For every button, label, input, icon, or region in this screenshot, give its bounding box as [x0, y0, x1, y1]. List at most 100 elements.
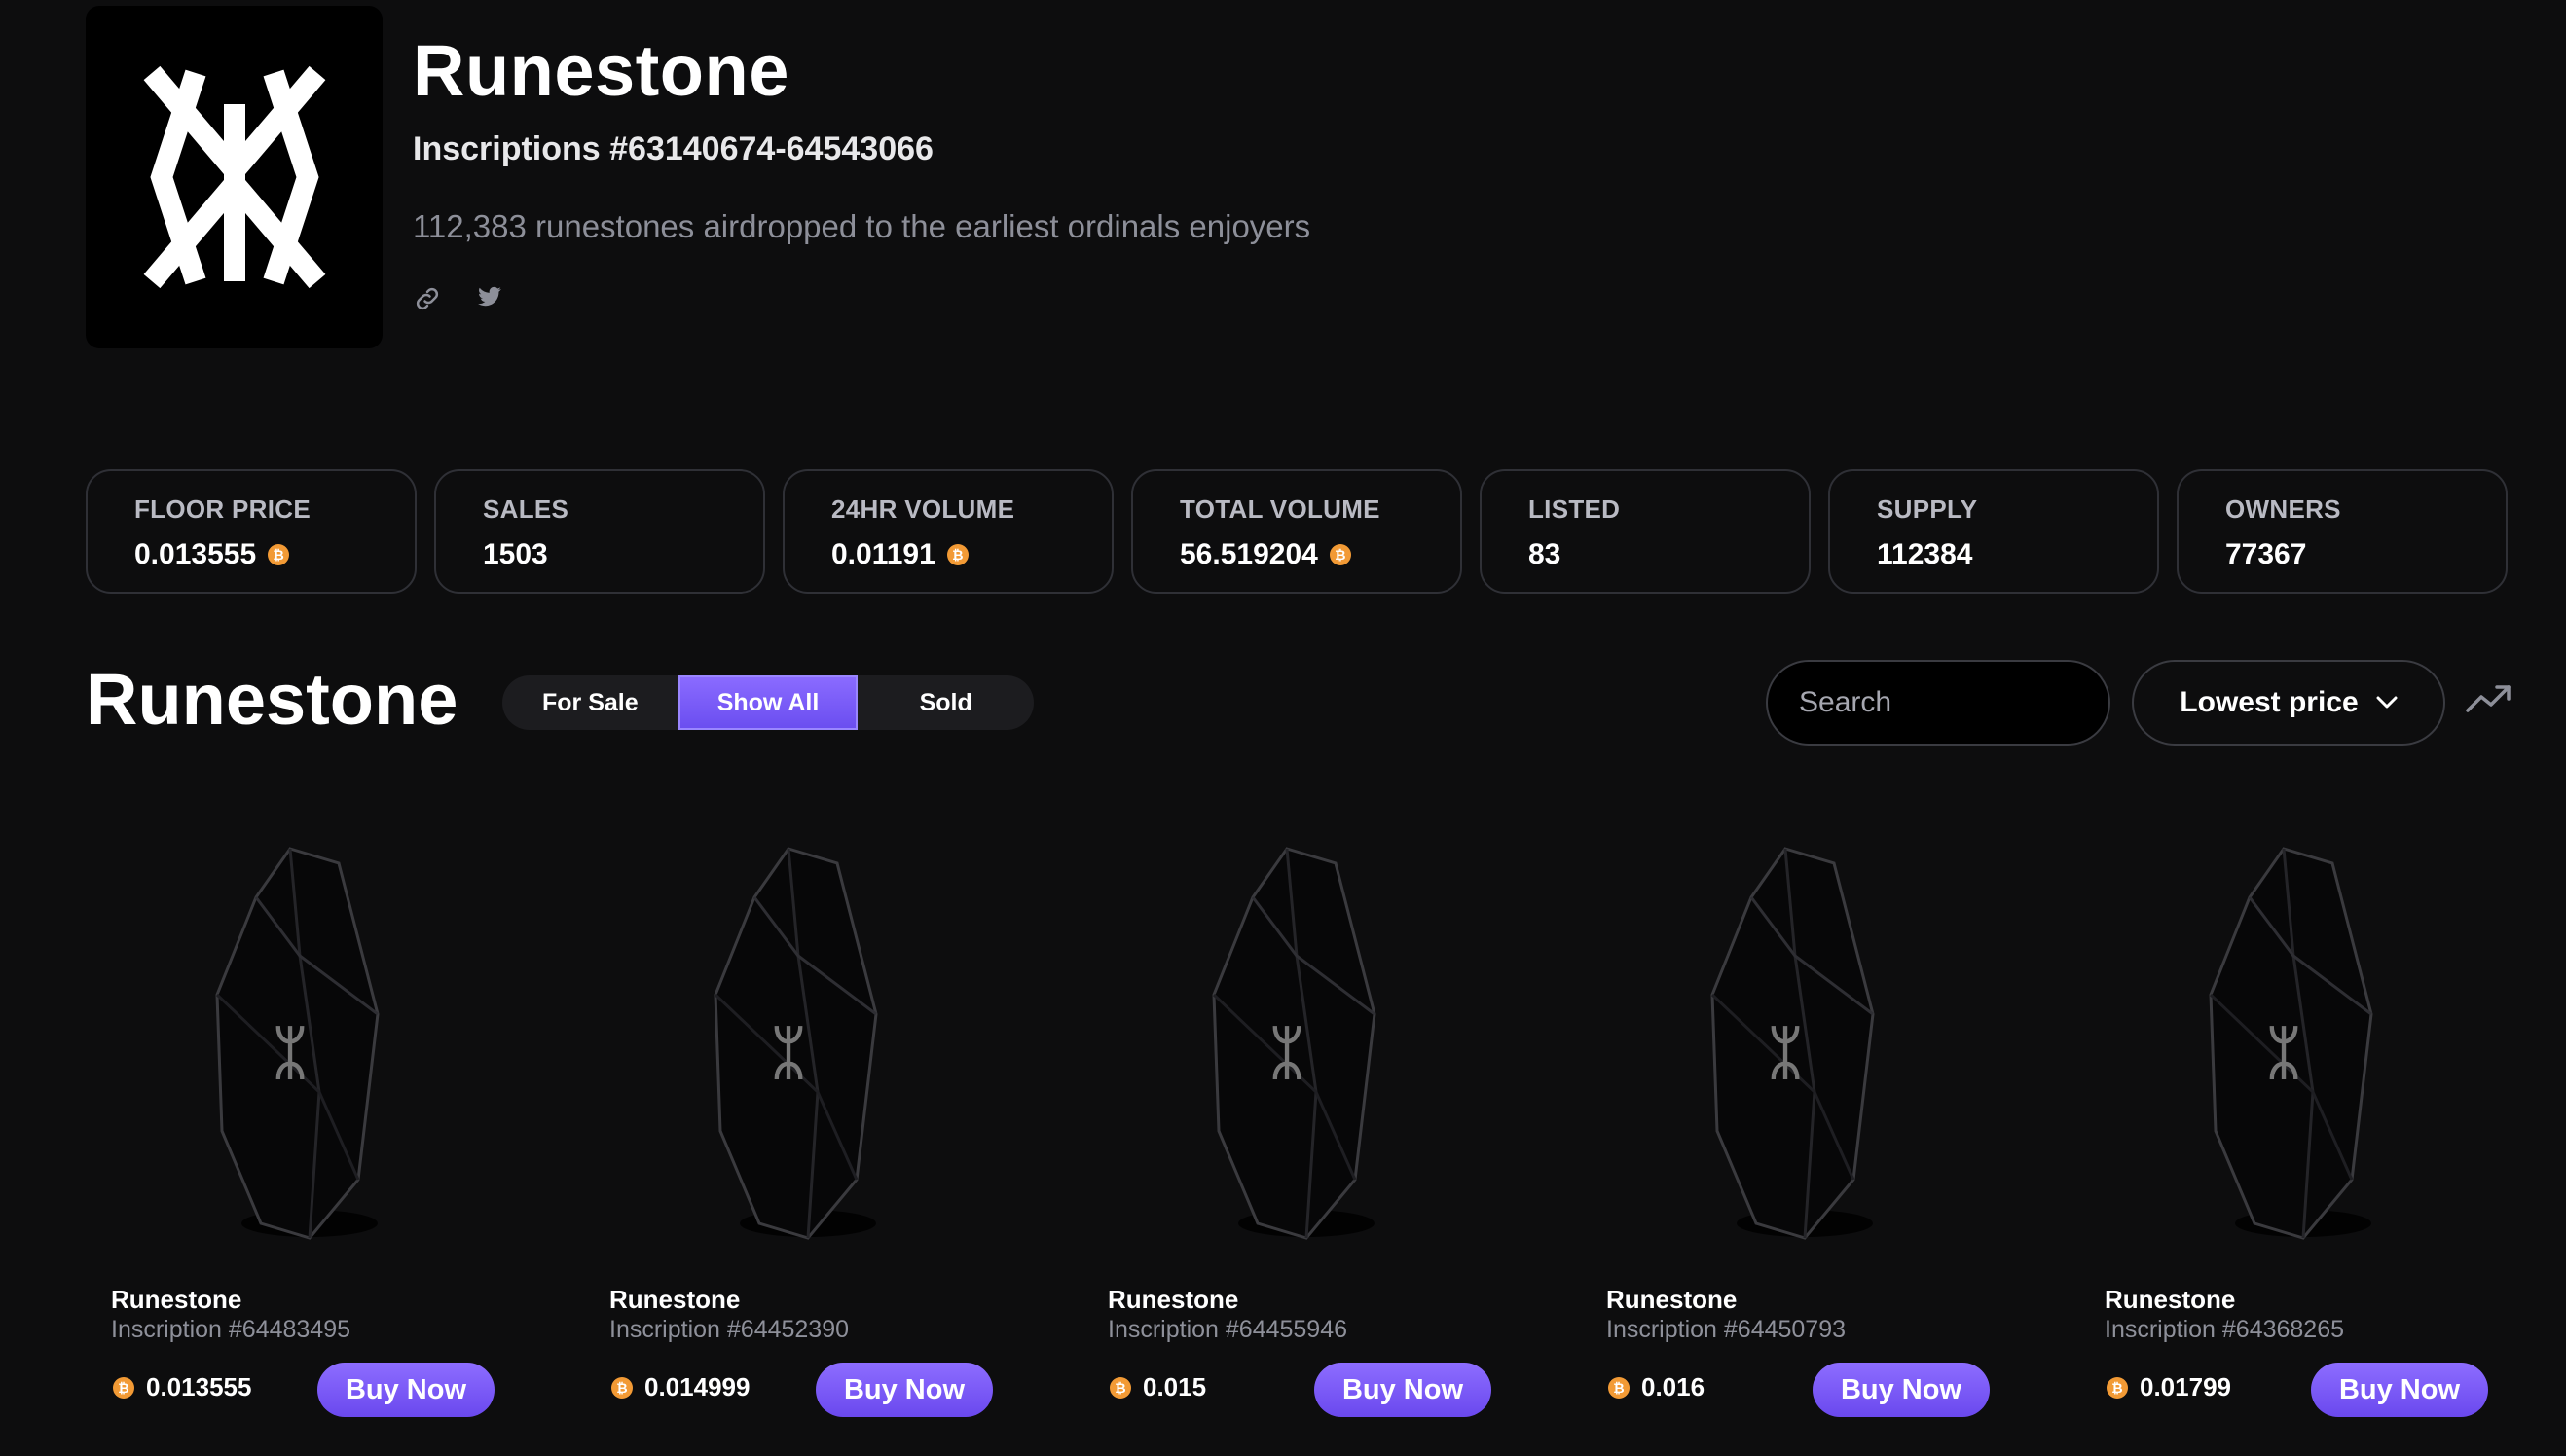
stat-listed: LISTED 83: [1480, 469, 1811, 594]
item-name: Runestone: [1606, 1285, 1738, 1314]
stat-value: 83: [1528, 538, 1561, 570]
item-price: ₿ 0.01799: [2107, 1372, 2231, 1402]
stat-label: 24HR VOLUME: [831, 494, 1015, 524]
stat-value-row: 0.01191 ₿: [831, 538, 1112, 571]
buy-now-button[interactable]: Buy Now: [816, 1363, 993, 1417]
social-links: [413, 284, 502, 313]
stat-value-row: 0.013555 ₿: [134, 538, 415, 571]
search-input[interactable]: [1766, 660, 2110, 746]
stat-value-row: 83: [1528, 538, 1809, 571]
stat-value: 1503: [483, 538, 548, 570]
bitcoin-icon: ₿: [946, 544, 969, 565]
stat-total-volume: TOTAL VOLUME 56.519204 ₿: [1131, 469, 1462, 594]
stat-sales: SALES 1503: [434, 469, 765, 594]
runestone-crystal-icon: ᛯ: [215, 847, 380, 1240]
stat-value-row: 1503: [483, 538, 763, 571]
stat-24hr-volume: 24HR VOLUME 0.01191 ₿: [783, 469, 1114, 594]
filter-for-sale-button[interactable]: For Sale: [502, 675, 678, 730]
svg-text:ᛯ: ᛯ: [273, 1020, 308, 1085]
svg-text:ᛯ: ᛯ: [2266, 1020, 2301, 1085]
buy-now-button[interactable]: Buy Now: [317, 1363, 495, 1417]
buy-now-button[interactable]: Buy Now: [2311, 1363, 2488, 1417]
collection-title: Runestone: [413, 30, 789, 111]
item-inscription: Inscription #64483495: [111, 1316, 351, 1343]
item-price: ₿ 0.013555: [113, 1372, 251, 1402]
stat-label: LISTED: [1528, 494, 1621, 524]
buy-now-button[interactable]: Buy Now: [1813, 1363, 1990, 1417]
runestone-crystal-icon: ᛯ: [1212, 847, 1376, 1240]
item-name: Runestone: [111, 1285, 242, 1314]
bitcoin-icon: ₿: [113, 1376, 134, 1399]
item-card[interactable]: ᛯ Runestone Inscription #64452390 ₿ 0.01…: [584, 819, 1082, 1456]
svg-text:ᛯ: ᛯ: [1768, 1020, 1803, 1085]
svg-text:ᛯ: ᛯ: [771, 1020, 806, 1085]
runestone-image[interactable]: ᛯ: [1581, 819, 2009, 1267]
stat-value: 112384: [1877, 538, 1973, 570]
item-name: Runestone: [609, 1285, 741, 1314]
twitter-icon[interactable]: [477, 284, 502, 309]
bitcoin-icon: ₿: [1329, 544, 1351, 565]
item-price-value: 0.01799: [2140, 1372, 2231, 1401]
item-price-value: 0.013555: [146, 1372, 252, 1401]
stat-floor-price: FLOOR PRICE 0.013555 ₿: [86, 469, 417, 594]
item-card[interactable]: ᛯ Runestone Inscription #64368265 ₿ 0.01…: [2079, 819, 2566, 1456]
stat-value: 0.013555: [134, 538, 257, 570]
runestone-crystal-icon: ᛯ: [2209, 847, 2373, 1240]
item-grid: ᛯ Runestone Inscription #64483495 ₿ 0.01…: [86, 819, 2566, 1456]
item-price-value: 0.015: [1143, 1372, 1207, 1401]
item-inscription: Inscription #64368265: [2105, 1316, 2345, 1343]
stat-value: 77367: [2225, 538, 2307, 570]
bitcoin-icon: ₿: [1110, 1376, 1131, 1399]
item-name: Runestone: [2105, 1285, 2236, 1314]
item-inscription: Inscription #64450793: [1606, 1316, 1847, 1343]
sort-label: Lowest price: [2180, 686, 2359, 718]
runestone-crystal-icon: ᛯ: [1710, 847, 1875, 1240]
stats-row: FLOOR PRICE 0.013555 ₿ SALES 1503 24HR V…: [86, 469, 2508, 594]
runestone-image[interactable]: ᛯ: [1082, 819, 1511, 1267]
stat-label: TOTAL VOLUME: [1180, 494, 1380, 524]
link-icon[interactable]: [413, 284, 442, 313]
collection-subtitle: Inscriptions #63140674-64543066: [413, 130, 934, 167]
item-inscription: Inscription #64455946: [1108, 1316, 1348, 1343]
stat-value-row: 56.519204 ₿: [1180, 538, 1460, 571]
stat-label: OWNERS: [2225, 494, 2341, 524]
stat-owners: OWNERS 77367: [2177, 469, 2508, 594]
runestone-logo-icon: [143, 65, 325, 289]
filter-sold-button[interactable]: Sold: [858, 675, 1034, 730]
item-price: ₿ 0.016: [1608, 1372, 1705, 1402]
stat-value: 56.519204: [1180, 538, 1318, 570]
stat-value-row: 112384: [1877, 538, 2157, 571]
item-price-value: 0.016: [1641, 1372, 1705, 1401]
trending-chart-icon[interactable]: [2465, 681, 2513, 714]
runestone-image[interactable]: ᛯ: [86, 819, 514, 1267]
section-title: Runestone: [86, 659, 458, 740]
chevron-down-icon: [2376, 696, 2398, 709]
item-price-value: 0.014999: [644, 1372, 751, 1401]
runestone-image[interactable]: ᛯ: [584, 819, 1012, 1267]
bitcoin-icon: ₿: [268, 544, 290, 565]
bitcoin-icon: ₿: [1608, 1376, 1630, 1399]
item-card[interactable]: ᛯ Runestone Inscription #64483495 ₿ 0.01…: [86, 819, 584, 1456]
bitcoin-icon: ₿: [2107, 1376, 2128, 1399]
item-name: Runestone: [1108, 1285, 1239, 1314]
item-card[interactable]: ᛯ Runestone Inscription #64455946 ₿ 0.01…: [1082, 819, 1581, 1456]
item-price: ₿ 0.014999: [611, 1372, 750, 1402]
runestone-image[interactable]: ᛯ: [2079, 819, 2508, 1267]
stat-supply: SUPPLY 112384: [1828, 469, 2159, 594]
svg-text:ᛯ: ᛯ: [1269, 1020, 1304, 1085]
stat-label: FLOOR PRICE: [134, 494, 311, 524]
sort-dropdown[interactable]: Lowest price: [2132, 660, 2445, 746]
runestone-crystal-icon: ᛯ: [714, 847, 878, 1240]
item-inscription: Inscription #64452390: [609, 1316, 850, 1343]
stat-label: SUPPLY: [1877, 494, 1978, 524]
filter-show-all-button[interactable]: Show All: [678, 675, 859, 730]
collection-description: 112,383 runestones airdropped to the ear…: [413, 208, 1311, 244]
stat-value: 0.01191: [831, 538, 935, 570]
item-card[interactable]: ᛯ Runestone Inscription #64450793 ₿ 0.01…: [1581, 819, 2079, 1456]
filter-segmented-control: For Sale Show All Sold: [502, 675, 1034, 730]
item-price: ₿ 0.015: [1110, 1372, 1206, 1402]
stat-label: SALES: [483, 494, 569, 524]
bitcoin-icon: ₿: [611, 1376, 633, 1399]
stat-value-row: 77367: [2225, 538, 2506, 571]
buy-now-button[interactable]: Buy Now: [1314, 1363, 1491, 1417]
